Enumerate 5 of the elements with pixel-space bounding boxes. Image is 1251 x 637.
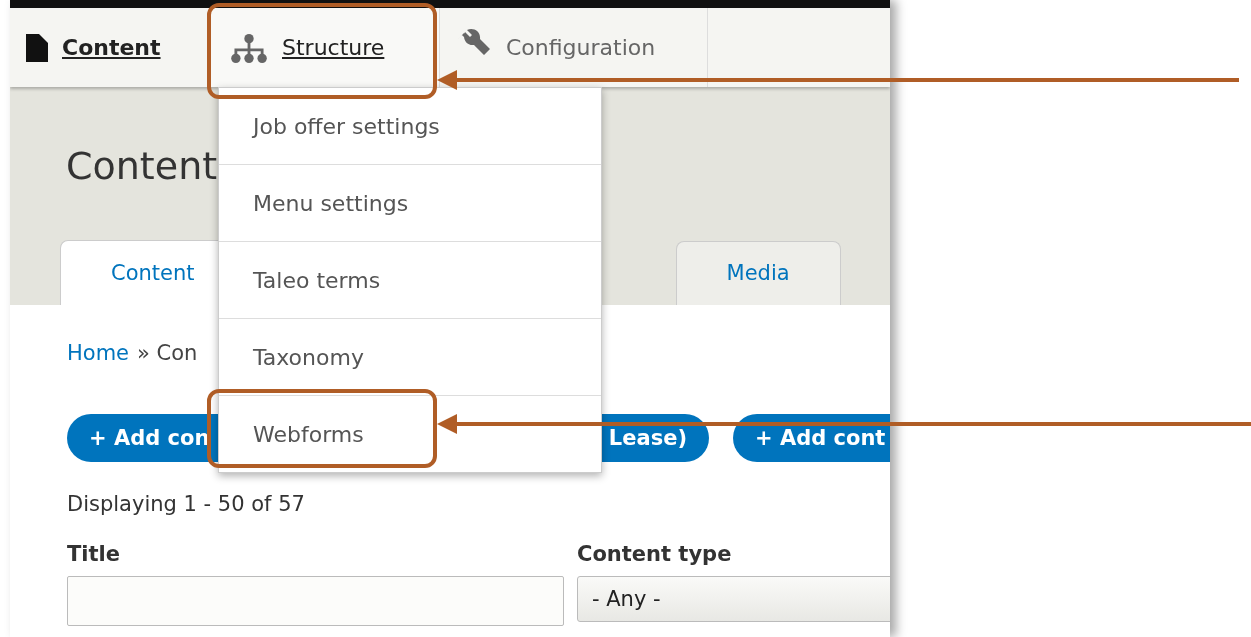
- page-title: Content: [66, 145, 219, 189]
- filter-label: Content type: [577, 542, 733, 566]
- result-summary: Displaying 1 - 50 of 57: [67, 492, 306, 516]
- filter-label: Title: [67, 542, 121, 566]
- breadcrumb-text: » Con: [137, 341, 198, 365]
